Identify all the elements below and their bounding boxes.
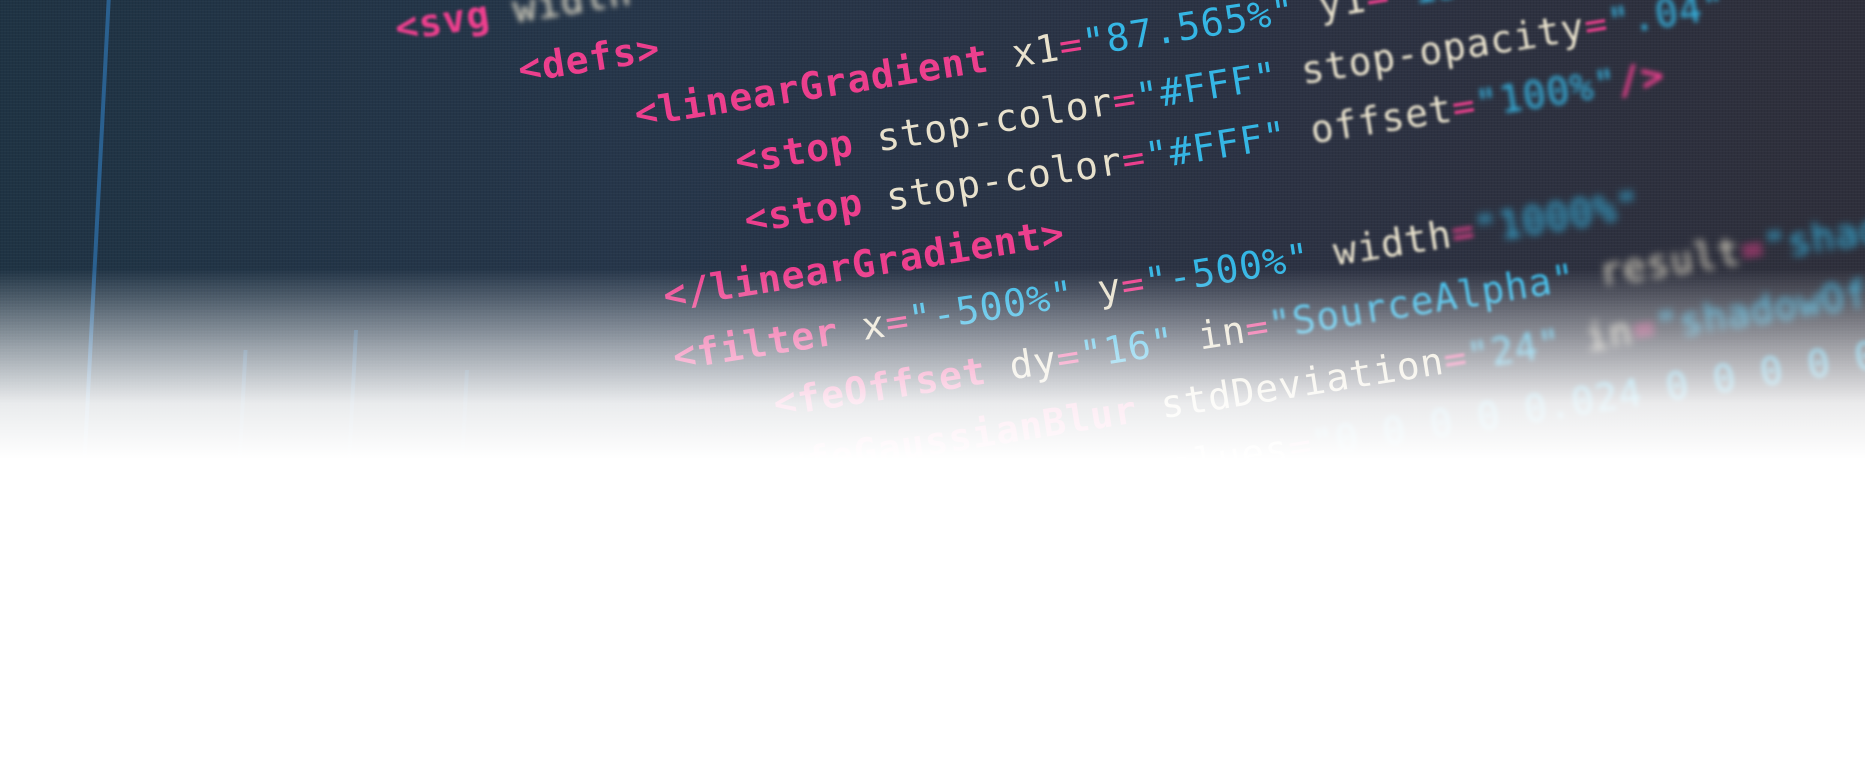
code-attribute: offset xyxy=(1283,86,1456,157)
code-tag: <feColorMatrix xyxy=(789,452,1127,549)
hero-banner: <svg width <defs> <linearGradient x1="87… xyxy=(0,0,1865,775)
code-value: "100%" xyxy=(1472,60,1621,127)
code-block: <svg width <defs> <linearGradient x1="87… xyxy=(0,0,1865,553)
code-value: "#FFF" xyxy=(1142,112,1291,179)
code-attribute: values xyxy=(1119,426,1292,496)
code-tag: /> xyxy=(1613,52,1668,104)
code-screen-photo: <svg width <defs> <linearGradient x1="87… xyxy=(0,0,1865,560)
